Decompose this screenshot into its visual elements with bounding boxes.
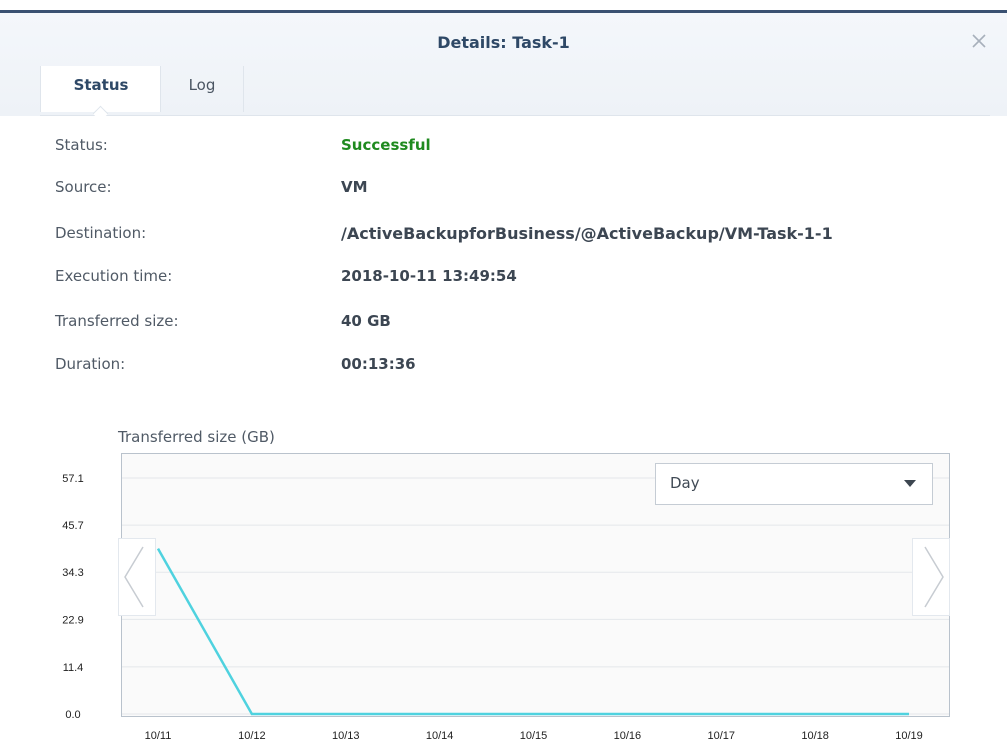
x-tick-label: 10/19 <box>895 730 923 742</box>
y-tick-label: 0.0 <box>65 709 80 721</box>
x-tick-label: 10/12 <box>238 730 266 742</box>
period-select[interactable]: Day <box>655 463 933 505</box>
chart-next-button[interactable] <box>912 538 950 616</box>
period-select-value: Day <box>670 474 700 492</box>
y-tick-label: 45.7 <box>62 520 83 532</box>
x-tick-label: 10/15 <box>520 730 548 742</box>
chevron-right-icon <box>924 546 944 608</box>
x-tick-label: 10/13 <box>332 730 360 742</box>
chevron-left-icon <box>124 546 144 608</box>
y-tick-label: 11.4 <box>63 662 84 674</box>
y-tick-label: 22.9 <box>62 614 83 626</box>
y-tick-label: 34.3 <box>62 567 83 579</box>
chart-prev-button[interactable] <box>118 538 156 616</box>
series-line <box>156 548 909 716</box>
x-tick-label: 10/17 <box>707 730 735 742</box>
y-tick-label: 57.1 <box>62 473 83 485</box>
x-tick-label: 10/14 <box>426 730 454 742</box>
x-tick-label: 10/16 <box>614 730 642 742</box>
x-tick-label: 10/11 <box>145 730 172 742</box>
x-tick-label: 10/18 <box>801 730 829 742</box>
transfer-chart: 57.1 45.7 34.3 22.9 11.4 0.0 10/11 10/12 10/13 10… <box>62 473 949 742</box>
chevron-down-icon <box>904 480 916 487</box>
